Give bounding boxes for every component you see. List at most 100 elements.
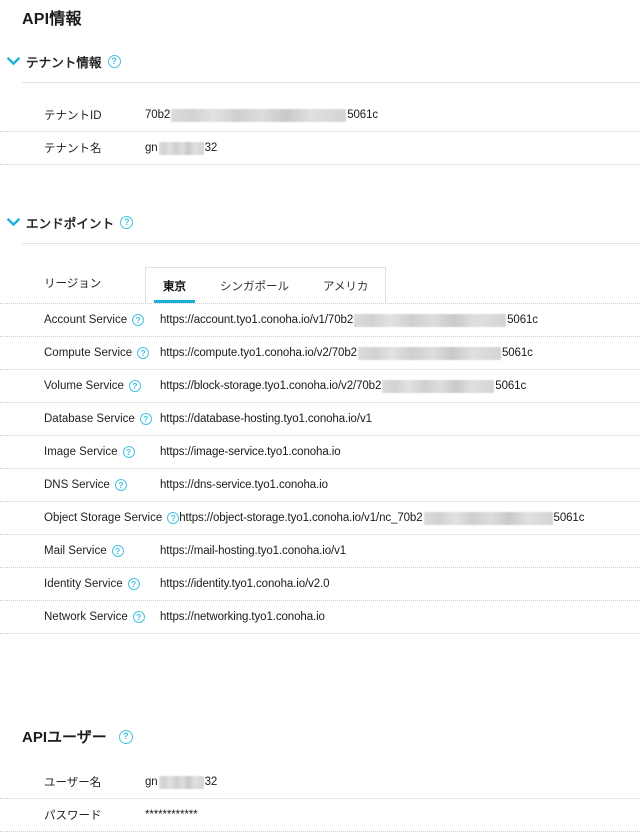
redacted-block	[382, 379, 495, 393]
table-row: テナント名 gn 32	[0, 132, 640, 165]
redacted-block	[158, 775, 204, 789]
row-value: https://mail-hosting.tyo1.conoha.io/v1	[160, 545, 347, 557]
help-circle-icon[interactable]: ?	[111, 545, 124, 557]
row-label: テナント名	[44, 143, 102, 155]
row-label: Mail Service ?	[0, 545, 160, 557]
value-prefix: gn	[145, 776, 158, 788]
row-value: https://networking.tyo1.conoha.io	[160, 611, 325, 623]
tenant-header-divider	[22, 82, 640, 83]
tenant-info-header[interactable]: テナント情報 ?	[0, 50, 640, 72]
redacted-block	[158, 141, 204, 155]
endpoint-header-divider	[22, 243, 640, 244]
table-row: Image Service ? https://image-service.ty…	[0, 436, 640, 469]
row-label: Image Service ?	[0, 446, 160, 458]
row-value: https://block-storage.tyo1.conoha.io/v2/…	[160, 379, 640, 393]
endpoint-label: エンドポイント	[26, 216, 115, 231]
endpoint-rows: リージョン 東京 シンガポール アメリカ Account Service ? h…	[0, 260, 640, 634]
api-user-title-row: APIユーザー ?	[22, 726, 133, 747]
value-suffix: 5061c	[507, 314, 538, 326]
tenant-info-section: テナント情報 ? テナントID 70b2 5061c テナント名 gn 32	[0, 50, 640, 165]
service-name: Database Service	[44, 413, 135, 425]
chevron-down-icon[interactable]	[0, 217, 26, 227]
help-circle-icon[interactable]: ?	[127, 578, 140, 590]
value-suffix: 5061c	[501, 347, 533, 359]
help-circle-icon[interactable]: ?	[128, 380, 141, 392]
service-name: DNS Service	[44, 479, 110, 491]
region-row: リージョン 東京 シンガポール アメリカ	[0, 260, 640, 304]
redacted-block	[171, 108, 347, 122]
value-suffix: 5061c	[347, 109, 379, 121]
row-value: https://database-hosting.tyo1.conoha.io/…	[160, 413, 372, 425]
row-label: Account Service ?	[0, 314, 160, 326]
endpoint-header[interactable]: エンドポイント ?	[0, 211, 640, 233]
value-suffix: 32	[204, 776, 218, 788]
table-row: DNS Service ? https://dns-service.tyo1.c…	[0, 469, 640, 502]
value-prefix: https://compute.tyo1.conoha.io/v2/70b2	[160, 347, 357, 359]
table-row: Volume Service ? https://block-storage.t…	[0, 370, 640, 403]
region-label: リージョン	[44, 278, 102, 290]
redacted-block	[423, 511, 553, 525]
table-row: ユーザー名 gn 32	[0, 766, 640, 799]
chevron-down-icon[interactable]	[0, 56, 26, 66]
value-prefix: https://block-storage.tyo1.conoha.io/v2/…	[160, 380, 382, 392]
help-circle-icon[interactable]: ?	[132, 611, 145, 623]
service-name: Network Service	[44, 611, 128, 623]
help-circle-icon[interactable]: ?	[122, 446, 135, 458]
value-suffix: 32	[204, 142, 218, 154]
table-row: Account Service ? https://account.tyo1.c…	[0, 304, 640, 337]
tab-america[interactable]: アメリカ	[306, 268, 385, 303]
redacted-block	[354, 313, 507, 327]
api-user-rows: ユーザー名 gn 32 パスワード ************	[0, 766, 640, 832]
help-circle-icon[interactable]: ?	[167, 512, 180, 524]
value-prefix: https://object-storage.tyo1.conoha.io/v1…	[179, 512, 423, 524]
tab-singapore[interactable]: シンガポール	[203, 268, 306, 303]
region-tabs: 東京 シンガポール アメリカ	[145, 267, 387, 303]
row-value: https://dns-service.tyo1.conoha.io	[160, 479, 328, 491]
help-circle-icon[interactable]: ?	[107, 54, 121, 68]
tab-tokyo[interactable]: 東京	[146, 268, 203, 303]
table-row: Object Storage Service ? https://object-…	[0, 502, 640, 535]
service-name: Image Service	[44, 446, 118, 458]
value-suffix: 5061c	[495, 380, 527, 392]
page-title: API情報	[22, 11, 82, 28]
row-label: Database Service ?	[0, 413, 160, 425]
table-row: テナントID 70b2 5061c	[0, 99, 640, 132]
table-row: Network Service ? https://networking.tyo…	[0, 601, 640, 634]
row-value: 70b2 5061c	[145, 108, 640, 122]
help-circle-icon[interactable]: ?	[114, 479, 127, 491]
help-circle-icon[interactable]: ?	[118, 729, 133, 744]
service-name: Identity Service	[44, 578, 123, 590]
tenant-info-label: テナント情報	[26, 55, 102, 70]
row-value: https://image-service.tyo1.conoha.io	[160, 446, 341, 458]
row-value: https://account.tyo1.conoha.io/v1/70b2 50…	[160, 313, 640, 327]
value-prefix: https://account.tyo1.conoha.io/v1/70b2	[160, 314, 354, 326]
row-value: https://object-storage.tyo1.conoha.io/v1…	[179, 511, 640, 525]
redacted-block	[357, 346, 501, 360]
help-circle-icon[interactable]: ?	[132, 314, 145, 326]
table-row: パスワード ************	[0, 799, 640, 832]
row-value: gn 32	[145, 141, 640, 155]
tenant-rows: テナントID 70b2 5061c テナント名 gn 32	[0, 99, 640, 165]
help-circle-icon[interactable]: ?	[137, 347, 150, 359]
row-label: Volume Service ?	[0, 380, 160, 392]
service-name: Account Service	[44, 314, 128, 326]
row-label: DNS Service ?	[0, 479, 160, 491]
table-row: Mail Service ? https://mail-hosting.tyo1…	[0, 535, 640, 568]
row-label: Object Storage Service ?	[0, 512, 180, 524]
endpoint-section: エンドポイント ? リージョン 東京 シンガポール アメリカ Account S…	[0, 211, 640, 634]
row-label: テナントID	[44, 110, 102, 122]
service-name: Mail Service	[44, 545, 107, 557]
help-circle-icon[interactable]: ?	[120, 215, 134, 229]
value-prefix: gn	[145, 142, 158, 154]
value-suffix: 5061c	[553, 512, 585, 524]
row-label: ユーザー名	[44, 777, 102, 789]
row-label: パスワード	[44, 810, 102, 822]
row-value: https://identity.tyo1.conoha.io/v2.0	[160, 578, 330, 590]
table-row: Identity Service ? https://identity.tyo1…	[0, 568, 640, 601]
help-circle-icon[interactable]: ?	[139, 413, 152, 425]
api-user-title: APIユーザー	[22, 729, 107, 746]
value-prefix: 70b2	[145, 109, 171, 121]
table-row: Database Service ? https://database-host…	[0, 403, 640, 436]
api-info-page: API情報 テナント情報 ? テナントID 70b2 5061c テナント名 g…	[0, 0, 640, 838]
service-name: Object Storage Service	[44, 512, 163, 524]
